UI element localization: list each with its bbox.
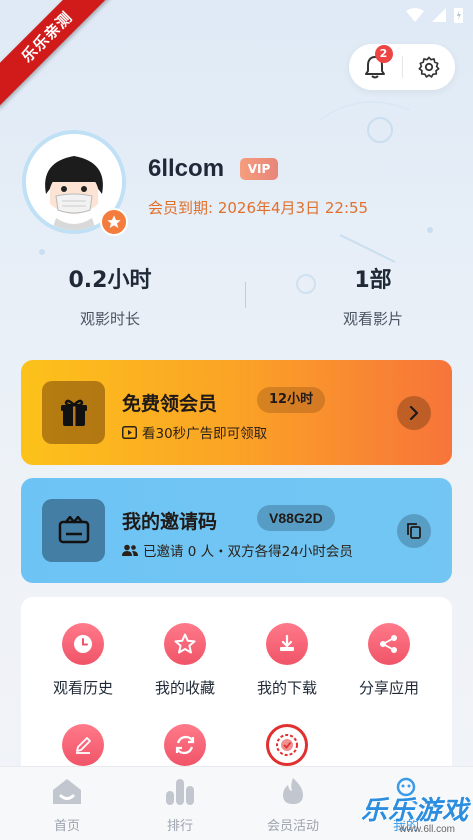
star-icon (164, 623, 206, 665)
watermark-url: www.6ll.com (399, 824, 455, 835)
vip-badge: VIP (240, 158, 278, 180)
menu-label: 我的收藏 (154, 679, 215, 697)
watermark-ribbon: 乐乐亲测 (0, 0, 118, 108)
battery-icon (454, 8, 463, 23)
gear-icon (418, 56, 440, 78)
stat-label: 观看影片 (342, 310, 403, 328)
membership-expire-text: 会员到期: 2026年4月3日 22:55 (148, 199, 369, 217)
wifi-icon (406, 8, 424, 22)
menu-label: 观看历史 (52, 679, 113, 697)
nav-vip-events[interactable]: 会员活动 (253, 777, 333, 834)
stat-value: 1部 (354, 268, 392, 293)
edit-icon (62, 724, 104, 766)
stats-row: 0.2小时 观影时长 1部 观看影片 (0, 262, 473, 332)
stat-label: 观影时长 (79, 310, 140, 328)
menu-watch-history[interactable]: 观看历史 (33, 623, 133, 698)
free-vip-duration: 12小时 (257, 387, 326, 413)
invite-code-card[interactable]: 我的邀请码 V88G2D 已邀请 0 人・双方各得24小时会员 (21, 478, 452, 583)
video-icon (122, 425, 137, 439)
nav-ranking[interactable]: 排行 (140, 777, 220, 834)
status-bar (406, 6, 463, 24)
menu-share-app[interactable]: 分享应用 (339, 623, 439, 698)
menu-label: 分享应用 (358, 679, 419, 697)
download-icon (266, 623, 308, 665)
chevron-right-icon (409, 406, 419, 420)
share-icon (368, 623, 410, 665)
notification-badge: 2 (374, 45, 393, 63)
clock-icon (62, 623, 104, 665)
menu-label: 我的下载 (256, 679, 317, 697)
free-vip-subtitle-text: 看30秒广告即可领取 (142, 426, 268, 442)
ticket-icon (42, 499, 105, 562)
nav-label: 排行 (166, 819, 193, 834)
nav-label: 首页 (53, 819, 80, 834)
free-vip-subtitle: 看30秒广告即可领取 (122, 422, 267, 442)
nav-home[interactable]: 首页 (27, 777, 107, 834)
gift-icon (42, 381, 105, 444)
invite-code-title: 我的邀请码 (122, 511, 218, 533)
invite-code-value: V88G2D (257, 505, 335, 531)
users-icon (122, 544, 138, 556)
stats-divider (245, 282, 246, 308)
nav-label: 会员活动 (266, 819, 319, 834)
rank-icon (166, 779, 194, 805)
menu-favorites[interactable]: 我的收藏 (135, 623, 235, 698)
copy-code-button[interactable] (397, 514, 431, 548)
free-vip-title: 免费领会员 (122, 393, 218, 415)
header-actions: 2 (349, 44, 455, 90)
home-icon (53, 779, 81, 804)
copy-icon (407, 523, 421, 539)
avatar[interactable] (22, 130, 128, 236)
invite-code-subtitle: 已邀请 0 人・双方各得24小时会员 (122, 540, 353, 560)
signal-icon (432, 8, 446, 22)
stat-watched-movies[interactable]: 1部 观看影片 (283, 262, 463, 329)
menu-downloads[interactable]: 我的下载 (237, 623, 337, 698)
vip-star-icon (100, 208, 128, 236)
settings-button[interactable] (403, 44, 456, 90)
stat-watch-time[interactable]: 0.2小时 观影时长 (20, 262, 200, 329)
free-vip-card[interactable]: 免费领会员 12小时 看30秒广告即可领取 (21, 360, 452, 465)
badge-icon (266, 724, 308, 766)
fire-icon (283, 778, 303, 804)
watermark-logo: 乐乐游戏 (360, 796, 469, 826)
notification-button[interactable]: 2 (349, 44, 402, 90)
invite-code-subtitle-text: 已邀请 0 人・双方各得24小时会员 (143, 544, 353, 560)
username: 6llcom (148, 155, 225, 182)
free-vip-go-button[interactable] (397, 396, 431, 430)
stat-value: 0.2小时 (68, 268, 152, 293)
refresh-icon (164, 724, 206, 766)
